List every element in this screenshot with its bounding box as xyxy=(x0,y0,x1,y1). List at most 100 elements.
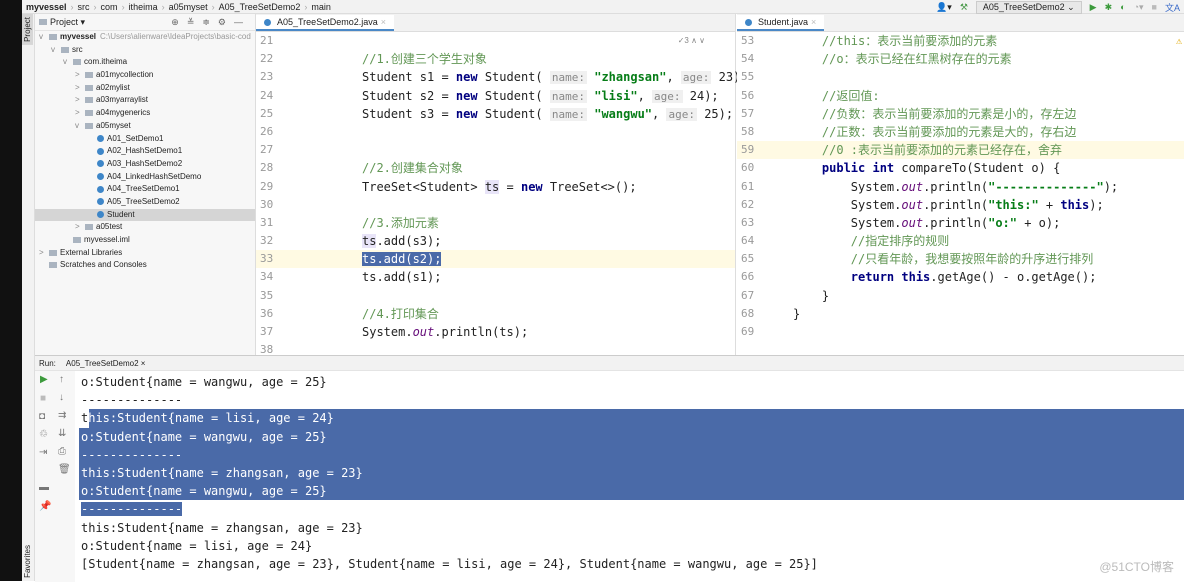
chevron-right-icon[interactable]: > xyxy=(75,94,85,107)
code-line[interactable]: 27 xyxy=(256,141,735,159)
project-panel-actions[interactable]: ⊕≚≑⚙— xyxy=(171,17,251,28)
soft-wrap-icon[interactable]: ⇉ xyxy=(58,410,66,421)
up-arrow-icon[interactable]: ↑ xyxy=(59,374,64,385)
chevron-right-icon[interactable]: > xyxy=(39,247,49,260)
debug-icon[interactable]: ✱ xyxy=(1105,2,1113,13)
tree-item[interactable]: > a05test xyxy=(35,221,255,234)
coverage-icon[interactable]: ◐ xyxy=(1120,2,1125,12)
pin-icon[interactable]: 📌 xyxy=(39,501,51,512)
code-line[interactable]: 24 Student s2 = new Student( name: "lisi"… xyxy=(256,87,735,105)
chevron-right-icon[interactable]: > xyxy=(75,69,85,82)
code-line[interactable]: 55 xyxy=(737,68,1184,86)
stop-icon[interactable]: ■ xyxy=(1152,2,1157,12)
project-view-select[interactable]: Project xyxy=(50,17,78,27)
code-line[interactable]: 53 //this：表示当前要添加的元素 xyxy=(737,32,1184,50)
code-line[interactable]: 63 System.out.println("o:" + o); xyxy=(737,214,1184,232)
code-line[interactable]: 57 //负数：表示当前要添加的元素是小的，存左边 xyxy=(737,105,1184,123)
code-line[interactable]: 23 Student s1 = new Student( name: "zhang… xyxy=(256,68,748,86)
tab-student-java[interactable]: Student.java × xyxy=(737,15,825,31)
breadcrumb-item[interactable]: main xyxy=(311,2,331,12)
stop-icon[interactable]: ■ xyxy=(40,393,46,404)
tree-item[interactable]: v a05myset xyxy=(35,120,255,133)
code-line[interactable]: 21 xyxy=(256,32,735,50)
code-line[interactable]: 36 //4.打印集合 xyxy=(256,305,735,323)
tree-item[interactable]: v myvessel C:\Users\alienware\IdeaProjects… xyxy=(35,31,255,44)
tree-item[interactable]: A05_TreeSetDemo2 xyxy=(35,196,255,209)
code-line[interactable]: 58 //正数：表示当前要添加的元素是大的，存右边 xyxy=(737,123,1184,141)
tree-item[interactable]: > a02mylist xyxy=(35,82,255,95)
favorites-tool-button[interactable]: Favorites xyxy=(22,542,33,581)
print-icon[interactable]: ⎙ xyxy=(58,446,66,457)
code-line[interactable]: 22 //1.创建三个学生对象 xyxy=(256,50,735,68)
code-line[interactable]: 29 TreeSet<Student> ts = new TreeSet<>(); xyxy=(256,178,735,196)
tree-item[interactable]: v src xyxy=(35,44,255,57)
code-line[interactable]: 69 xyxy=(737,323,1184,341)
exit-icon[interactable]: ⇥ xyxy=(39,447,47,458)
code-line[interactable]: 56 //返回值: xyxy=(737,87,1184,105)
profile-icon[interactable]: ◔▾ xyxy=(1134,2,1144,13)
code-line[interactable]: 65 //只看年龄，我想要按照年龄的升序进行排列 xyxy=(737,250,1184,268)
run-config-select[interactable]: A05_TreeSetDemo2 ⌄ xyxy=(975,0,1082,14)
project-tool-button[interactable]: Project xyxy=(22,14,33,45)
chevron-right-icon[interactable]: > xyxy=(75,107,85,120)
tree-item[interactable]: > a01mycollection xyxy=(35,69,255,82)
breadcrumb-item[interactable]: com xyxy=(101,2,118,12)
breadcrumb-item[interactable]: itheima xyxy=(129,2,158,12)
code-line[interactable]: 66 return this.getAge() - o.getAge(); xyxy=(737,268,1184,286)
tree-item[interactable]: A04_LinkedHashSetDemo xyxy=(35,171,255,184)
breadcrumb-item[interactable]: A05_TreeSetDemo2 xyxy=(219,2,301,12)
code-line[interactable]: 31 //3.添加元素 xyxy=(256,214,735,232)
code-line[interactable]: 26 xyxy=(256,123,735,141)
close-tab-icon[interactable]: × xyxy=(811,17,816,27)
tree-item[interactable]: A03_HashSetDemo2 xyxy=(35,158,255,171)
code-line[interactable]: 35 xyxy=(256,287,735,305)
tree-item[interactable]: Scratches and Consoles xyxy=(35,259,255,272)
code-line[interactable]: 34 ts.add(s1); xyxy=(256,268,735,286)
chevron-right-icon[interactable]: > xyxy=(75,221,85,234)
build-icon[interactable]: ⚒ xyxy=(960,2,968,13)
code-line[interactable]: 54 //o：表示已经在红黑树存在的元素 xyxy=(737,50,1184,68)
tree-item[interactable]: v com.itheima xyxy=(35,56,255,69)
chevron-down-icon[interactable]: v xyxy=(63,56,73,69)
tab-a05-treesetdemo2[interactable]: A05_TreeSetDemo2.java × xyxy=(256,15,394,31)
breadcrumb-item[interactable]: src xyxy=(78,2,90,12)
chevron-down-icon[interactable]: v xyxy=(39,31,49,44)
close-tab-icon[interactable]: × xyxy=(381,17,386,27)
rerun-icon[interactable]: ▶ xyxy=(40,374,48,385)
tree-item[interactable]: A02_HashSetDemo1 xyxy=(35,145,255,158)
code-line[interactable]: 59 //0 :表示当前要添加的元素已经存在，舍弃 xyxy=(737,141,1184,160)
code-line[interactable]: 68} xyxy=(737,305,1184,323)
run-tab[interactable]: A05_TreeSetDemo2 × xyxy=(66,359,146,368)
code-line[interactable]: 64 //指定排序的规则 xyxy=(737,232,1184,250)
code-line[interactable]: 33 ts.add(s2); xyxy=(256,250,735,269)
tree-item[interactable]: > External Libraries xyxy=(35,247,255,260)
chevron-down-icon[interactable]: v xyxy=(51,44,61,57)
tree-item[interactable]: myvessel.iml xyxy=(35,234,255,247)
tree-item[interactable]: A04_TreeSetDemo1 xyxy=(35,183,255,196)
code-line[interactable]: 32 ts.add(s3); xyxy=(256,232,735,250)
down-arrow-icon[interactable]: ↓ xyxy=(59,392,64,403)
breadcrumb-item[interactable]: myvessel xyxy=(26,2,67,12)
code-line[interactable]: 61 System.out.println("--------------"); xyxy=(737,178,1184,196)
translate-icon[interactable]: 文A xyxy=(1165,1,1180,14)
console-output[interactable]: o:Student{name = wangwu, age = 25} ------… xyxy=(79,373,1184,573)
chevron-down-icon[interactable]: v xyxy=(75,120,85,133)
camera-icon[interactable]: ◘ xyxy=(39,411,45,422)
code-line[interactable]: 62 System.out.println("this:" + this); xyxy=(737,196,1184,214)
code-line[interactable]: 30 xyxy=(256,196,735,214)
code-line[interactable]: 25 Student s3 = new Student( name: "wangw… xyxy=(256,105,735,123)
tree-item[interactable]: A01_SetDemo1 xyxy=(35,133,255,146)
chevron-right-icon[interactable]: > xyxy=(75,82,85,95)
tree-item[interactable]: > a04mygenerics xyxy=(35,107,255,120)
breadcrumb-item[interactable]: a05myset xyxy=(169,2,208,12)
user-icon[interactable]: 👤▾ xyxy=(936,2,952,13)
trash-icon[interactable]: 🗑 xyxy=(58,464,71,475)
tree-item[interactable]: Student xyxy=(35,208,255,222)
scroll-to-end-icon[interactable]: ⇊ xyxy=(58,428,66,439)
code-line[interactable]: 37 System.out.println(ts); xyxy=(256,323,735,341)
layout-icon[interactable]: ▬ xyxy=(39,482,49,493)
code-line[interactable]: 67 } xyxy=(737,287,1184,305)
code-line[interactable]: 60 public int compareTo(Student o) { xyxy=(737,159,1184,177)
run-icon[interactable]: ▶ xyxy=(1090,2,1097,13)
restore-icon[interactable]: ♲ xyxy=(39,429,48,440)
